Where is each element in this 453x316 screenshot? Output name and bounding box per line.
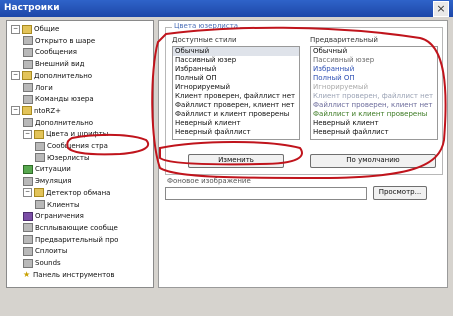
- red-outline-groupbox: [151, 26, 447, 180]
- red-annotation-layer: [66, 26, 447, 180]
- red-circle-tree-item: [66, 133, 150, 156]
- red-circle-change-button: [159, 141, 303, 166]
